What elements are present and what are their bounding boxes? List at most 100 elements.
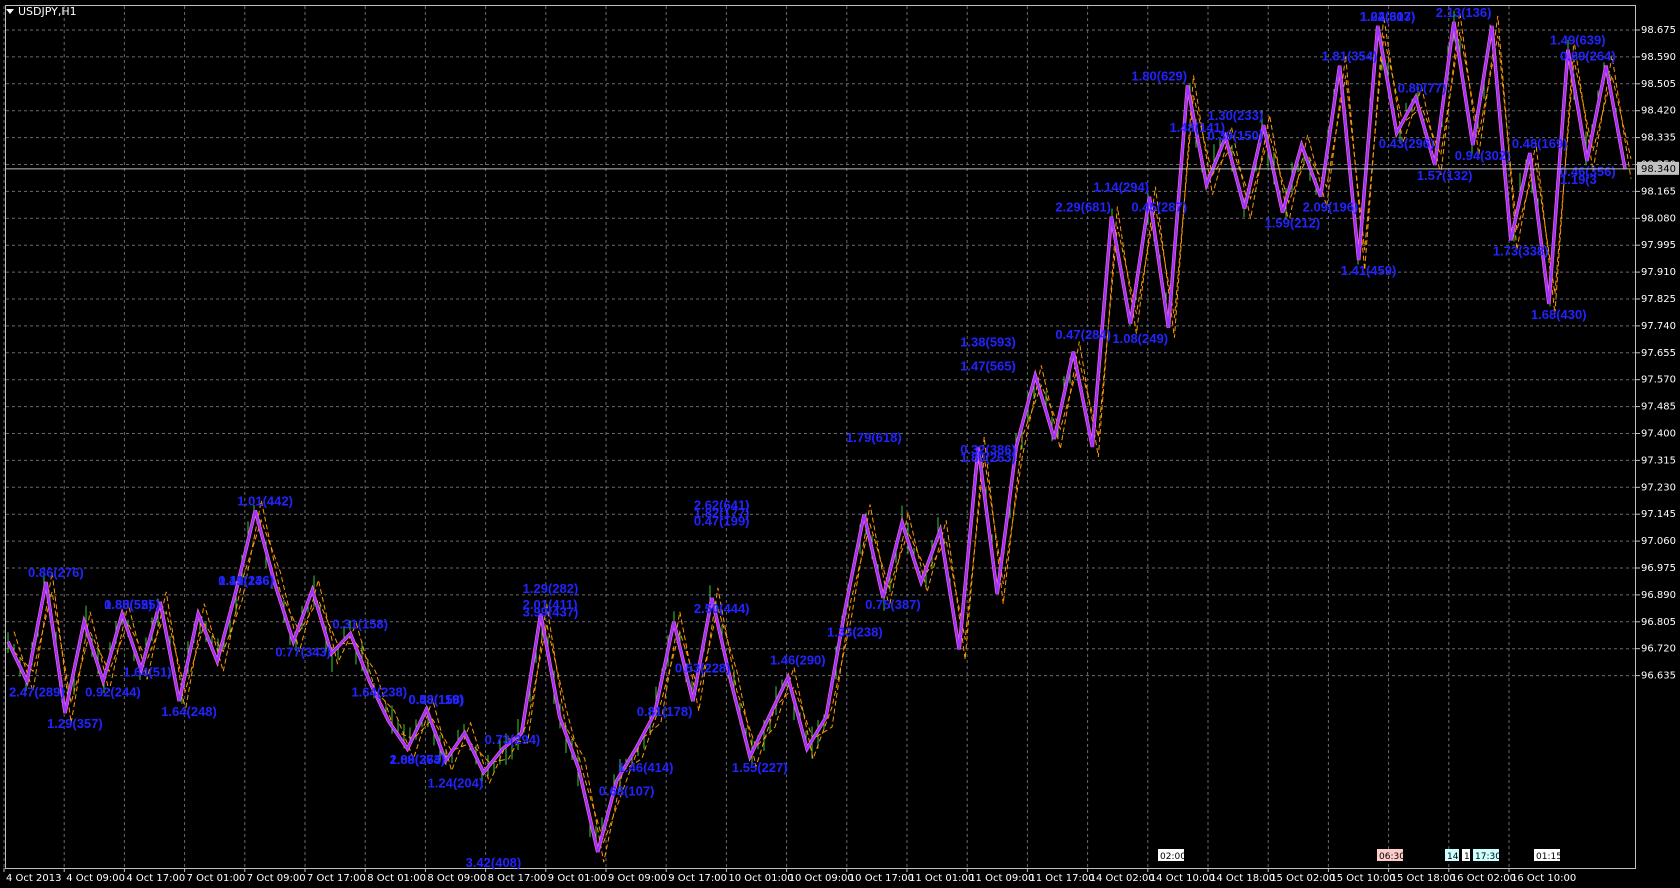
wave-label: 1.04(313) <box>1360 9 1416 24</box>
wave-label: 1.64(51) <box>123 664 171 679</box>
session-marker-label: 01:15 <box>1536 852 1562 862</box>
wave-label: 0.48(169) <box>1512 136 1568 151</box>
wave-label: 0.92(244) <box>85 684 141 699</box>
wave-label: 0.86(276) <box>28 565 84 580</box>
wave-label: 1.57(132) <box>1417 168 1473 183</box>
wave-label: 0.94(302) <box>1455 148 1511 163</box>
wave-label: 1.80(629) <box>1131 68 1187 83</box>
time-tick-label: 14 Oct 02:00 <box>1090 873 1155 884</box>
wave-label: 1.64(238) <box>351 684 407 699</box>
wave-label: 0.47(284) <box>1055 327 1111 342</box>
price-tick-label: 97.995 <box>1641 240 1676 251</box>
wave-label: 1.29(357) <box>47 716 103 731</box>
wave-label: 1.24(204) <box>428 776 484 791</box>
current-price-label: 98.340 <box>1641 164 1676 175</box>
wave-label: 1.79(618) <box>846 430 902 445</box>
wave-label: 0.75(387) <box>865 597 921 612</box>
time-tick-label: 11 Oct 09:00 <box>969 873 1034 884</box>
chart-window[interactable]: USDJPY,H1 0.86(276) 2.47(289) 1.29(357) 1.8… <box>0 0 1680 888</box>
time-tick-label: 15 Oct 10:00 <box>1330 873 1395 884</box>
wave-label: 1.59(212) <box>1265 216 1321 231</box>
price-tick-label: 97.145 <box>1641 509 1676 520</box>
wave-label: 1.41(459) <box>1341 263 1397 278</box>
time-tick-label: 16 Oct 02:00 <box>1451 873 1516 884</box>
wave-label: 0.81(178) <box>637 704 693 719</box>
wave-label: 0.43(296) <box>1379 136 1435 151</box>
price-tick-label: 97.485 <box>1641 402 1676 413</box>
session-marker-label: 06:30 <box>1379 852 1405 862</box>
wave-label: 1.49(639) <box>1550 33 1606 48</box>
time-tick-label: 15 Oct 02:00 <box>1270 873 1335 884</box>
wave-label: 3.99(437) <box>523 605 579 620</box>
time-tick-label: 4 Oct 09:00 <box>66 873 125 884</box>
wave-label: 0.45(287) <box>1131 200 1187 215</box>
wave-label: 1.30(233) <box>1208 108 1264 123</box>
price-tick-label: 97.655 <box>1641 348 1676 359</box>
wave-label: 1.38(593) <box>960 335 1016 350</box>
wave-label: 0.31(158) <box>332 617 388 632</box>
price-tick-label: 97.910 <box>1641 267 1676 278</box>
wave-label: 1.55(227) <box>732 760 788 775</box>
wave-label: 3.42(408) <box>466 855 522 870</box>
wave-label: 1.08(249) <box>1112 331 1168 346</box>
price-tick-label: 97.570 <box>1641 375 1676 386</box>
wave-label: 0.68(107) <box>599 784 655 799</box>
time-tick-label: 4 Oct 17:00 <box>126 873 185 884</box>
price-tick-label: 96.805 <box>1641 617 1676 628</box>
session-marker-label: 14: <box>1447 852 1461 862</box>
wave-label: 0.73(294) <box>485 732 541 747</box>
time-tick-label: 8 Oct 01:00 <box>367 873 426 884</box>
wave-label: 1.81(354) <box>1322 49 1378 64</box>
time-tick-label: 7 Oct 01:00 <box>187 873 246 884</box>
wave-label: 1.73(338) <box>1493 243 1549 258</box>
time-scale[interactable]: 4 Oct 2013 4 Oct 09:00 4 Oct 17:00 7 Oct 01… <box>3 868 1576 884</box>
price-tick-label: 98.505 <box>1641 79 1676 90</box>
wave-label: 0.53(119) <box>409 692 464 707</box>
time-tick-label: 10 Oct 01:00 <box>728 873 793 884</box>
price-tick-label: 96.890 <box>1641 590 1676 601</box>
time-tick-label: 8 Oct 17:00 <box>488 873 547 884</box>
price-tick-label: 98.165 <box>1641 186 1676 197</box>
wave-label: 0.41(146) <box>218 573 274 588</box>
wave-label: 1.01(442) <box>237 493 293 508</box>
time-tick-label: 15 Oct 18:00 <box>1391 873 1456 884</box>
wave-label: 1.14(294) <box>1093 180 1149 195</box>
wave-label: 1.88(363) <box>389 752 445 767</box>
price-tick-label: 96.975 <box>1641 563 1676 574</box>
time-tick-label: 11 Oct 01:00 <box>909 873 974 884</box>
time-tick-label: 9 Oct 09:00 <box>608 873 667 884</box>
wave-label: 1.46(414) <box>618 760 674 775</box>
wave-label: 1.19(3 <box>1560 172 1597 187</box>
time-tick-label: 9 Oct 17:00 <box>668 873 727 884</box>
session-marker-label: 02:00 <box>1160 852 1186 862</box>
wave-label: 2.13(136) <box>1436 5 1492 20</box>
wave-label: 1.68(430) <box>1531 307 1587 322</box>
price-tick-label: 97.060 <box>1641 536 1676 547</box>
wave-label: 2.47(289) <box>9 684 65 699</box>
price-tick-label: 97.230 <box>1641 482 1676 493</box>
time-tick-label: 7 Oct 17:00 <box>307 873 366 884</box>
price-tick-label: 98.420 <box>1641 106 1676 117</box>
chart-canvas[interactable]: 0.86(276)2.47(289)1.29(357)1.88(555)1.64… <box>0 0 1680 888</box>
session-marker-label: 1 <box>1464 852 1470 862</box>
wave-label: 2.29(681) <box>1055 200 1111 215</box>
wave-label: 0.39(150) <box>1208 128 1264 143</box>
price-tick-label: 97.400 <box>1641 429 1676 440</box>
price-tick-label: 98.335 <box>1641 133 1676 144</box>
price-tick-label: 98.080 <box>1641 213 1676 224</box>
price-tick-label: 96.635 <box>1641 671 1676 682</box>
time-tick-label: 8 Oct 09:00 <box>427 873 486 884</box>
session-markers: 02:00 06:30 14: 1 17:30 01:15 <box>1158 849 1562 862</box>
wave-label: 0.47(199) <box>694 513 750 528</box>
price-tick-label: 96.720 <box>1641 644 1676 655</box>
wave-label: 1.80(263) <box>960 450 1016 465</box>
wave-label: 1.47(565) <box>960 358 1016 373</box>
time-tick-label: 14 Oct 10:00 <box>1150 873 1215 884</box>
wave-label: 2.50(444) <box>694 601 750 616</box>
wave-label: 0.89(264) <box>1560 49 1616 64</box>
wave-label: 1.46(290) <box>770 653 826 668</box>
price-tick-label: 98.590 <box>1641 52 1676 63</box>
wave-label: 0.77(343) <box>275 645 331 660</box>
price-tick-label: 97.825 <box>1641 294 1676 305</box>
wave-label: 0.53(228) <box>675 660 731 675</box>
